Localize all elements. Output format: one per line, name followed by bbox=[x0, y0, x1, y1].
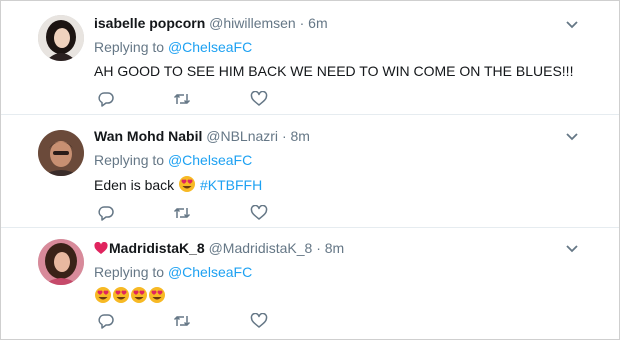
timestamp[interactable]: 6m bbox=[308, 15, 327, 31]
reply-icon[interactable] bbox=[97, 313, 115, 329]
red-heart-emoji bbox=[94, 241, 108, 258]
avatar[interactable] bbox=[38, 239, 84, 285]
tweet-text-content: Eden is back bbox=[94, 177, 175, 193]
avatar[interactable] bbox=[38, 130, 84, 176]
heart-icon[interactable] bbox=[250, 91, 268, 107]
tweet-text: AH GOOD TO SEE HIM BACK WE NEED TO WIN C… bbox=[94, 63, 574, 79]
avatar[interactable] bbox=[38, 15, 84, 61]
heart-eyes-emoji bbox=[112, 286, 130, 307]
tweet-text bbox=[94, 286, 166, 307]
retweet-icon[interactable] bbox=[173, 313, 191, 329]
display-name[interactable]: Wan Mohd Nabil bbox=[94, 128, 202, 144]
tweet-text: Eden is back #KTBFFH bbox=[94, 175, 262, 196]
mention-link[interactable]: @ChelseaFC bbox=[168, 264, 252, 280]
hashtag-link[interactable]: #KTBFFH bbox=[200, 177, 262, 193]
chevron-down-icon[interactable] bbox=[565, 17, 579, 29]
heart-eyes-emoji bbox=[94, 286, 112, 307]
chevron-down-icon[interactable] bbox=[565, 129, 579, 141]
separator-dot: · bbox=[299, 15, 305, 31]
display-name[interactable]: MadridistaK_8 bbox=[109, 240, 205, 256]
mention-link[interactable]: @ChelseaFC bbox=[168, 39, 252, 55]
retweet-icon[interactable] bbox=[173, 205, 191, 221]
reply-icon[interactable] bbox=[97, 91, 115, 107]
avatar-image bbox=[38, 15, 84, 61]
tweet[interactable]: MadridistaK_8 @MadridistaK_8 · 8m Replyi… bbox=[1, 228, 619, 339]
timestamp[interactable]: 8m bbox=[325, 240, 344, 256]
heart-eyes-emoji bbox=[178, 175, 196, 196]
replying-to: Replying to @ChelseaFC bbox=[94, 264, 252, 280]
heart-eyes-emoji bbox=[148, 286, 166, 307]
retweet-icon[interactable] bbox=[173, 91, 191, 107]
reply-thread: isabelle popcorn @hiwillemsen · 6m Reply… bbox=[0, 0, 620, 340]
heart-icon[interactable] bbox=[250, 313, 268, 329]
chevron-down-icon[interactable] bbox=[565, 241, 579, 253]
reply-icon[interactable] bbox=[97, 205, 115, 221]
heart-icon[interactable] bbox=[250, 205, 268, 221]
user-handle[interactable]: @MadridistaK_8 bbox=[209, 240, 313, 256]
separator-dot: · bbox=[281, 128, 287, 144]
tweet-header: MadridistaK_8 @MadridistaK_8 · 8m bbox=[94, 240, 344, 258]
mention-link[interactable]: @ChelseaFC bbox=[168, 152, 252, 168]
avatar-image bbox=[38, 239, 84, 285]
tweet-header: isabelle popcorn @hiwillemsen · 6m bbox=[94, 15, 328, 31]
tweet[interactable]: isabelle popcorn @hiwillemsen · 6m Reply… bbox=[1, 1, 619, 115]
heart-eyes-emoji bbox=[130, 286, 148, 307]
avatar-image bbox=[38, 130, 84, 176]
separator-dot: · bbox=[316, 240, 321, 256]
display-name[interactable]: isabelle popcorn bbox=[94, 15, 205, 31]
replying-to-label: Replying to bbox=[94, 39, 168, 55]
timestamp[interactable]: 8m bbox=[291, 128, 310, 144]
tweet-header: Wan Mohd Nabil @NBLnazri · 8m bbox=[94, 128, 310, 144]
replying-to-label: Replying to bbox=[94, 264, 168, 280]
replying-to: Replying to @ChelseaFC bbox=[94, 152, 252, 168]
user-handle[interactable]: @hiwillemsen bbox=[209, 15, 296, 31]
tweet[interactable]: Wan Mohd Nabil @NBLnazri · 8m Replying t… bbox=[1, 115, 619, 228]
replying-to: Replying to @ChelseaFC bbox=[94, 39, 252, 55]
replying-to-label: Replying to bbox=[94, 152, 168, 168]
user-handle[interactable]: @NBLnazri bbox=[206, 128, 278, 144]
